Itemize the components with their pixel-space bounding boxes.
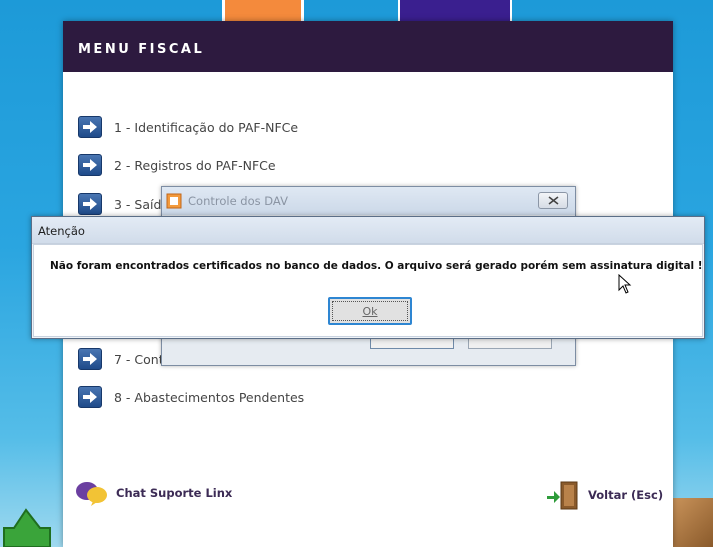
arrow-right-icon [78,116,102,138]
menu-item-label: 3 - Saíd [114,196,162,212]
arrow-right-icon [78,193,102,215]
back-button[interactable]: Voltar (Esc) [546,480,663,510]
mouse-cursor-icon [618,274,632,294]
chat-support-link[interactable]: Chat Suporte Linx [75,480,232,506]
menu-item-3[interactable]: 3 - Saíd [78,191,161,217]
attention-dialog: Atenção Não foram encontrados certificad… [31,216,705,339]
arrow-right-icon [78,154,102,176]
menu-item-2[interactable]: 2 - Registros do PAF-NFCe [78,152,276,178]
menu-item-8[interactable]: 8 - Abastecimentos Pendentes [78,384,304,410]
attention-message: Não foram encontrados certificados no ba… [50,260,703,272]
dav-titlebar: Controle dos DAV [162,187,575,215]
attention-title: Atenção [38,224,85,238]
menu-item-label: 1 - Identificação do PAF-NFCe [114,119,299,135]
menu-header: MENU FISCAL [63,21,673,72]
attention-body: Não foram encontrados certificados no ba… [33,244,703,337]
menu-item-7[interactable]: 7 - Cont [78,346,164,372]
attention-titlebar: Atenção [32,217,704,244]
arrow-right-icon [78,348,102,370]
menu-item-label: 2 - Registros do PAF-NFCe [114,157,276,173]
menu-title: MENU FISCAL [78,42,205,57]
desktop-arrow-icon [3,508,51,547]
menu-item-label: 7 - Cont [114,351,164,367]
close-icon [548,196,558,205]
exit-door-icon [547,481,578,510]
back-label: Voltar (Esc) [588,488,664,502]
arrow-right-icon [78,386,102,408]
dav-title: Controle dos DAV [188,194,288,208]
dav-close-button[interactable] [538,192,568,209]
dav-app-icon [166,193,182,209]
chat-bubbles-icon [76,482,107,506]
menu-item-1[interactable]: 1 - Identificação do PAF-NFCe [78,114,298,140]
ok-button[interactable]: Ok [328,297,412,325]
ok-label: Ok [332,301,408,321]
chat-support-label: Chat Suporte Linx [116,486,233,500]
menu-item-label: 8 - Abastecimentos Pendentes [114,389,305,405]
